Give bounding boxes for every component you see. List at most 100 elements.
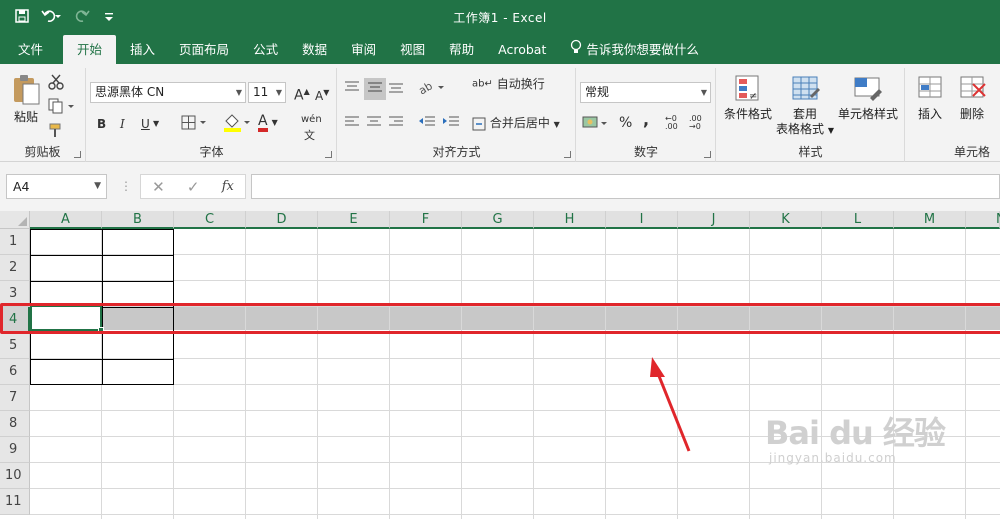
group-cells-label: 单元格 bbox=[953, 145, 990, 159]
insert-cells-icon bbox=[915, 74, 945, 104]
paste-button[interactable]: 粘贴 bbox=[8, 74, 44, 125]
grip-dots-icon: ⋮ bbox=[120, 179, 132, 193]
group-number: 常规 ▼ % , ←0.00 .00 →0 数字 bbox=[577, 68, 716, 162]
number-format-value: 常规 bbox=[585, 85, 610, 99]
merge-icon bbox=[472, 116, 486, 130]
name-box-value: A4 bbox=[13, 179, 30, 194]
increase-decimal-icon[interactable]: ←0.00 bbox=[665, 115, 678, 131]
delete-cells-icon bbox=[957, 74, 987, 104]
font-name-value: 思源黑体 CN bbox=[95, 85, 165, 99]
worksheet-grid[interactable]: A B C D E F G H I J K L M N 1 2 3 4 5 6 … bbox=[0, 211, 1000, 519]
tab-file[interactable]: 文件 bbox=[0, 35, 61, 64]
increase-font-icon[interactable]: A▲ bbox=[294, 84, 310, 104]
group-alignment-label: 对齐方式 bbox=[432, 145, 481, 159]
clipboard-launcher-icon[interactable] bbox=[74, 151, 81, 158]
decrease-font-icon[interactable]: A▼ bbox=[315, 85, 329, 104]
bottom-align-icon[interactable] bbox=[388, 80, 404, 98]
percent-button[interactable]: % bbox=[619, 115, 632, 131]
top-align-icon[interactable] bbox=[344, 80, 360, 98]
tab-home[interactable]: 开始 bbox=[63, 35, 117, 64]
increase-indent-icon[interactable] bbox=[442, 115, 460, 133]
tab-acrobat[interactable]: Acrobat bbox=[486, 35, 558, 64]
chevron-down-icon: ▼ bbox=[700, 88, 707, 97]
tab-review[interactable]: 审阅 bbox=[339, 35, 388, 64]
tab-help[interactable]: 帮助 bbox=[437, 35, 486, 64]
font-launcher-icon[interactable] bbox=[325, 151, 332, 158]
cancel-icon[interactable]: ✕ bbox=[152, 178, 165, 196]
delete-cells-button[interactable]: 删除 bbox=[952, 74, 992, 122]
tab-insert[interactable]: 插入 bbox=[118, 35, 167, 64]
font-size-combo[interactable]: 11 ▼ bbox=[248, 82, 286, 103]
insert-cells-button[interactable]: 插入 bbox=[910, 74, 950, 122]
tab-view[interactable]: 视图 bbox=[388, 35, 437, 64]
conditional-formatting-button[interactable]: ≠ 条件格式 bbox=[720, 74, 776, 122]
window-title: 工作簿1 - Excel bbox=[453, 11, 547, 25]
format-as-table-label-1: 套用 bbox=[792, 107, 817, 121]
group-clipboard-label: 剪贴板 bbox=[24, 145, 61, 159]
merge-center-button[interactable]: 合并后居中 ▼ bbox=[472, 115, 560, 133]
phonetic-label: wén bbox=[301, 114, 322, 125]
alignment-launcher-icon[interactable] bbox=[564, 151, 571, 158]
chevron-down-icon: ▼ bbox=[275, 88, 282, 97]
insert-function-icon[interactable]: fx bbox=[222, 179, 234, 194]
chevron-down-icon[interactable]: ▼ bbox=[153, 116, 159, 132]
group-cells: 插入 删除 单元格 bbox=[906, 68, 1000, 162]
phonetic-button[interactable]: wén 文 bbox=[301, 112, 322, 145]
formula-bar: A4 ▼ ⋮ ✕ ✓ fx bbox=[0, 162, 1000, 211]
pointer-arrow-annotation bbox=[650, 357, 691, 452]
fill-color-icon[interactable] bbox=[223, 113, 251, 136]
font-color-button[interactable]: A ▼ bbox=[258, 113, 278, 132]
group-alignment: ab ab↵ 自动换行 合并后居中 ▼ 对齐方式 bbox=[338, 68, 576, 162]
name-box[interactable]: A4 ▼ bbox=[6, 174, 107, 199]
tab-data[interactable]: 数据 bbox=[290, 35, 339, 64]
lightbulb-icon bbox=[570, 35, 582, 64]
italic-button[interactable]: I bbox=[120, 116, 125, 132]
svg-text:≠: ≠ bbox=[749, 91, 757, 102]
cell-styles-button[interactable]: 单元格样式 bbox=[835, 74, 901, 122]
paste-icon bbox=[8, 74, 44, 110]
decrease-decimal-icon[interactable]: .00 →0 bbox=[689, 115, 702, 131]
currency-icon[interactable] bbox=[582, 115, 610, 135]
borders-icon[interactable] bbox=[181, 115, 207, 135]
insert-cells-label: 插入 bbox=[917, 107, 942, 121]
comma-button[interactable]: , bbox=[643, 112, 649, 128]
font-name-combo[interactable]: 思源黑体 CN ▼ bbox=[90, 82, 246, 103]
bold-button[interactable]: B bbox=[97, 116, 106, 132]
cell-styles-icon bbox=[853, 74, 883, 104]
format-as-table-label-2-wrap: 表格格式 ▼ bbox=[773, 122, 837, 138]
watermark-brand: Bai du 经验 bbox=[765, 414, 946, 452]
number-format-combo[interactable]: 常规 ▼ bbox=[580, 82, 711, 103]
align-center-icon[interactable] bbox=[366, 115, 382, 133]
group-font: 思源黑体 CN ▼ 11 ▼ A▲ A▼ B I U ▼ A ▼ wén 文 字体 bbox=[87, 68, 337, 162]
number-launcher-icon[interactable] bbox=[704, 151, 711, 158]
format-painter-icon[interactable] bbox=[48, 122, 66, 142]
phonetic-glyph-icon: 文 bbox=[304, 129, 315, 142]
formula-input[interactable] bbox=[251, 174, 1000, 199]
align-left-icon[interactable] bbox=[344, 115, 360, 133]
group-styles-label: 样式 bbox=[798, 145, 823, 159]
chevron-down-icon: ▼ bbox=[235, 88, 242, 97]
chevron-down-icon: ▼ bbox=[827, 126, 834, 135]
middle-align-icon[interactable] bbox=[364, 78, 386, 100]
merge-label: 合并后居中 bbox=[489, 116, 550, 130]
group-font-label: 字体 bbox=[199, 145, 224, 159]
tab-page-layout[interactable]: 页面布局 bbox=[167, 35, 241, 64]
align-right-icon[interactable] bbox=[388, 115, 404, 133]
decrease-indent-icon[interactable] bbox=[418, 115, 436, 133]
ribbon-home: 粘贴 剪贴板 思源黑体 CN ▼ 11 ▼ A▲ A▼ B I U ▼ A ▼ wén… bbox=[0, 64, 1000, 162]
wrap-text-button[interactable]: ab↵ 自动换行 bbox=[472, 76, 545, 93]
chevron-down-icon: ▼ bbox=[94, 181, 101, 191]
enter-icon[interactable]: ✓ bbox=[187, 178, 200, 196]
orientation-icon[interactable]: ab bbox=[416, 79, 446, 99]
svg-text:ab: ab bbox=[418, 79, 435, 95]
tell-me-search[interactable]: 告诉我你想要做什么 bbox=[558, 35, 711, 64]
group-number-label: 数字 bbox=[633, 145, 658, 159]
underline-button[interactable]: U bbox=[141, 116, 150, 132]
format-as-table-label-2: 表格格式 bbox=[776, 122, 825, 136]
format-as-table-button[interactable]: 套用 表格格式 ▼ bbox=[773, 74, 837, 138]
copy-icon[interactable] bbox=[48, 98, 76, 118]
tab-formulas[interactable]: 公式 bbox=[241, 35, 290, 64]
title-bar: 工作簿1 - Excel bbox=[0, 0, 1000, 35]
cut-icon[interactable] bbox=[48, 74, 64, 94]
wrap-text-label: 自动换行 bbox=[496, 77, 545, 91]
